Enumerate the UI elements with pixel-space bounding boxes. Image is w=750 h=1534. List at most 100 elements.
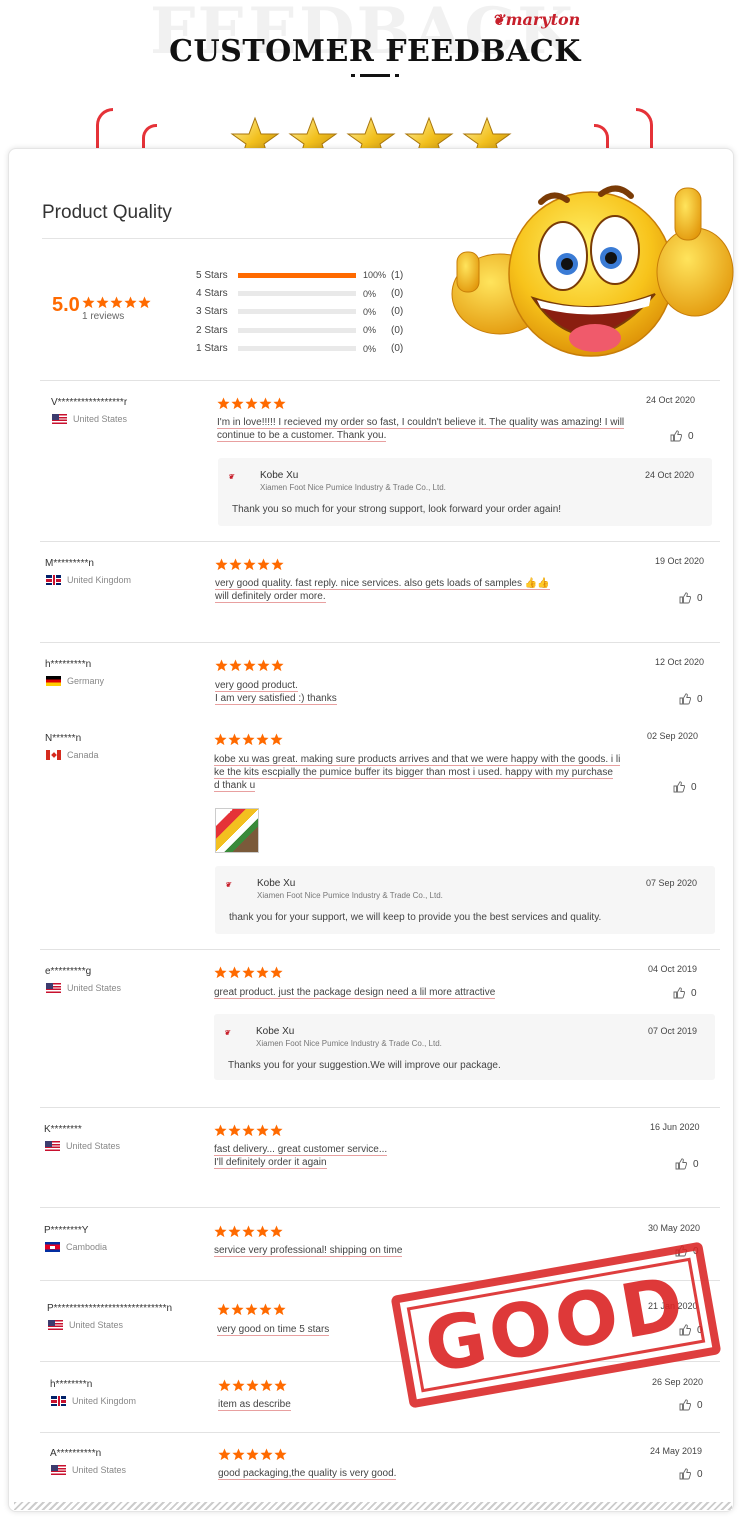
review-text-line: ke the kits escpially the pumice buffer …	[214, 766, 634, 779]
country-name: United Kingdom	[72, 1396, 137, 1406]
review-stars	[217, 397, 286, 410]
distribution-count: (0)	[391, 343, 404, 355]
distribution-bar	[238, 309, 356, 315]
flag-ca-icon	[46, 750, 61, 760]
review-text-content: d thank u	[214, 780, 256, 792]
review-text-content: will definitely order more.	[215, 591, 326, 603]
seller-reply: ❦ Kobe Xu Xiamen Foot Nice Pumice Industry…	[218, 458, 712, 526]
review-text-content: I'll definitely order it again	[214, 1157, 327, 1169]
reviewer-country: United States	[52, 414, 127, 424]
distribution-row[interactable]: 5 Stars 100% (1)	[196, 266, 403, 284]
review-date: 30 May 2020	[648, 1223, 701, 1233]
reviewer-name: P*****************************n	[47, 1303, 173, 1314]
reviewer-name: h*********n	[45, 659, 92, 670]
section-title: Product Quality	[42, 202, 172, 223]
star-icon	[228, 966, 241, 979]
reply-text: Thank you so much for your strong suppor…	[232, 504, 562, 515]
star-icon	[229, 659, 242, 672]
seller-reply: ❦ Kobe Xu Xiamen Foot Nice Pumice Industry…	[215, 866, 715, 934]
star-icon	[228, 1225, 241, 1238]
helpful-button[interactable]: 0	[675, 1158, 699, 1170]
flag-us-icon	[45, 1141, 60, 1151]
helpful-count: 0	[697, 1399, 703, 1411]
star-icon	[259, 1303, 272, 1316]
review-text: I'm in love!!!!! I recieved my order so …	[217, 416, 637, 442]
seller-name: Kobe Xu	[256, 1026, 295, 1037]
star-icon	[273, 397, 286, 410]
thumbs-up-icon	[673, 987, 685, 999]
review-text-content: I'm in love!!!!! I recieved my order so …	[217, 417, 625, 429]
reply-date: 24 Oct 2020	[644, 470, 694, 480]
country-name: United States	[72, 1465, 127, 1475]
distribution-percent: 0%	[363, 325, 377, 336]
reviewer-name: A**********n	[50, 1448, 102, 1459]
butterfly-icon: ❦	[492, 11, 505, 29]
helpful-count: 0	[691, 987, 697, 999]
review-stars	[215, 659, 284, 672]
flag-us-icon	[51, 1465, 66, 1475]
review-text-line: continue to be a customer. Thank you.	[217, 429, 637, 442]
distribution-count: (0)	[391, 288, 404, 300]
review-date: 24 May 2019	[650, 1446, 703, 1456]
review-text: good packaging,the quality is very good.	[218, 1467, 638, 1480]
reviewer-name: N******n	[45, 733, 82, 744]
reviewer-country: Cambodia	[45, 1242, 107, 1252]
seller-company: Xiamen Foot Nice Pumice Industry & Trade…	[260, 483, 446, 492]
distribution-row[interactable]: 3 Stars 0% (0)	[196, 303, 403, 321]
star-icon	[232, 1379, 245, 1392]
distribution-row[interactable]: 4 Stars 0% (0)	[196, 284, 403, 302]
review-text: fast delivery... great customer service.…	[214, 1143, 634, 1169]
average-score: 5.0	[52, 294, 80, 316]
star-icon	[110, 296, 123, 309]
flag-uk-icon	[46, 575, 61, 585]
star-icon	[138, 296, 151, 309]
review-divider	[40, 642, 720, 643]
thumbs-up-icon	[679, 1399, 691, 1411]
review-divider	[40, 541, 720, 542]
star-icon	[257, 558, 270, 571]
star-icon	[246, 1448, 259, 1461]
review-photo-thumbnail[interactable]	[215, 808, 259, 853]
review-text-content: very good product.	[215, 680, 298, 692]
thumbs-up-icon	[670, 430, 682, 442]
helpful-button[interactable]: 0	[679, 1468, 703, 1480]
distribution-label: 1 Stars	[196, 343, 228, 355]
helpful-button[interactable]: 0	[679, 592, 703, 604]
review-text-line: will definitely order more.	[215, 590, 635, 603]
distribution-row[interactable]: 2 Stars 0% (0)	[196, 321, 403, 339]
helpful-button[interactable]: 0	[679, 693, 703, 705]
review-stars	[214, 1124, 283, 1137]
star-icon	[259, 397, 272, 410]
reviewer-country: United States	[45, 1141, 120, 1151]
reviewer-country: Germany	[46, 676, 104, 686]
review-text-line: I'll definitely order it again	[214, 1156, 634, 1169]
thumbs-up-smiley-icon	[451, 185, 734, 357]
seller-name: Kobe Xu	[257, 878, 296, 889]
review-text-content: service very professional! shipping on t…	[214, 1245, 403, 1257]
star-icon	[256, 966, 269, 979]
review-text-line: very good product.	[215, 679, 635, 692]
helpful-button[interactable]: 0	[673, 987, 697, 999]
distribution-percent: 100%	[363, 270, 387, 281]
star-icon	[214, 966, 227, 979]
helpful-button[interactable]: 0	[673, 781, 697, 793]
star-icon	[228, 1124, 241, 1137]
helpful-button[interactable]: 0	[679, 1399, 703, 1411]
helpful-button[interactable]: 0	[670, 430, 694, 442]
seller-company: Xiamen Foot Nice Pumice Industry & Trade…	[256, 1039, 442, 1048]
review-stars	[214, 1225, 283, 1238]
rating-distribution: 5 Stars 100% (1) 4 Stars 0% (0) 3 Stars …	[196, 266, 403, 358]
review-text: very good product. I am very satisfied :)…	[215, 679, 635, 705]
star-icon	[217, 397, 230, 410]
review-text-line: good packaging,the quality is very good.	[218, 1467, 638, 1480]
distribution-row[interactable]: 1 Stars 0% (0)	[196, 340, 403, 358]
review-divider	[40, 1207, 720, 1208]
reviewer-name: P********Y	[44, 1225, 89, 1236]
review-text-content: great product. just the package design n…	[214, 987, 496, 999]
distribution-bar	[238, 272, 356, 278]
star-icon	[242, 733, 255, 746]
distribution-label: 3 Stars	[196, 306, 228, 318]
star-icon	[273, 1303, 286, 1316]
star-icon	[96, 296, 109, 309]
reviewer-country: United States	[48, 1320, 123, 1330]
